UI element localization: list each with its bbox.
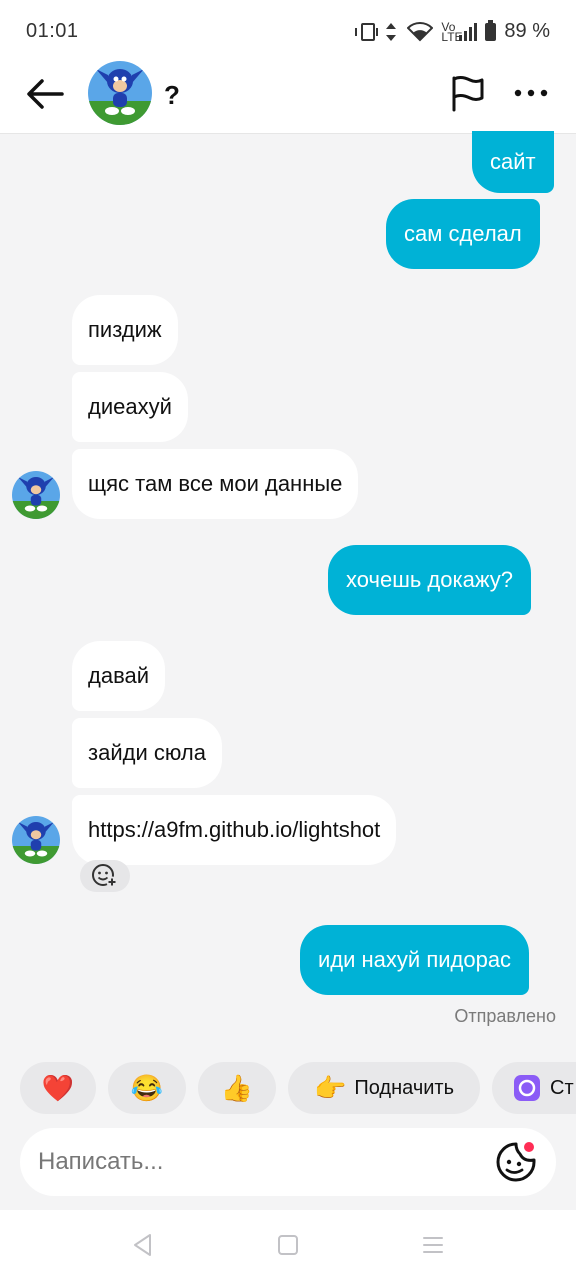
message-bubble-outgoing[interactable]: иди нахуй пидорас bbox=[300, 925, 530, 995]
flag-icon bbox=[452, 75, 484, 112]
volte-label: Vo LTE bbox=[441, 19, 463, 44]
more-dots-icon bbox=[514, 89, 548, 97]
chat-header: ? bbox=[0, 61, 576, 134]
message-bubble-incoming[interactable]: давай bbox=[72, 641, 166, 711]
nav-back-button[interactable] bbox=[130, 1232, 156, 1258]
add-reaction-icon bbox=[92, 864, 118, 888]
message-bubble-incoming[interactable]: щяс там все мои данные bbox=[72, 449, 359, 519]
quick-reply-thumbs-up[interactable]: 👍 bbox=[198, 1062, 276, 1114]
back-button[interactable] bbox=[22, 76, 68, 112]
quick-reply-label: Подначить bbox=[354, 1076, 454, 1099]
quick-reply-laugh[interactable]: 😂 bbox=[108, 1062, 186, 1114]
sonic-avatar-image bbox=[88, 61, 152, 125]
sonic-avatar-image bbox=[12, 816, 60, 864]
message-bubble-incoming-link[interactable]: https://a9fm.github.io/lightshot bbox=[72, 795, 397, 865]
sender-avatar[interactable] bbox=[12, 816, 60, 864]
square-home-icon bbox=[278, 1235, 298, 1255]
sonic-avatar-image bbox=[12, 471, 60, 519]
signal-icon bbox=[459, 22, 478, 41]
sticker-button[interactable] bbox=[494, 1140, 540, 1186]
vibrate-icon bbox=[355, 22, 379, 41]
wifi-icon bbox=[407, 21, 434, 41]
quick-reply-nudge[interactable]: 👉 Подначить bbox=[288, 1062, 480, 1114]
laughing-emoji-icon: 😂 bbox=[130, 1072, 164, 1103]
sent-status: Отправлено bbox=[454, 1006, 556, 1026]
sticker-app-icon bbox=[514, 1075, 540, 1101]
message-composer bbox=[20, 1128, 556, 1196]
message-bubble-incoming[interactable]: зайди сюла bbox=[72, 718, 222, 788]
quick-reply-sticker-app[interactable]: Ст bbox=[492, 1062, 576, 1114]
battery-level: 89 % bbox=[504, 20, 550, 42]
system-nav-bar bbox=[0, 1210, 576, 1280]
thumbs-up-emoji-icon: 👍 bbox=[220, 1072, 254, 1103]
sticker-face-icon bbox=[496, 1142, 536, 1182]
triangle-back-icon bbox=[134, 1234, 151, 1256]
nav-home-button[interactable] bbox=[275, 1232, 301, 1258]
quick-reply-heart[interactable]: ❤️ bbox=[20, 1062, 96, 1114]
quick-reactions-bar: ❤️ 😂 👍 👉 Подначить Ст bbox=[0, 1062, 576, 1114]
heart-emoji-icon: ❤️ bbox=[41, 1072, 75, 1103]
message-bubble-incoming[interactable]: пиздиж bbox=[72, 295, 178, 365]
status-time: 01:01 bbox=[26, 20, 79, 42]
report-button[interactable] bbox=[448, 74, 486, 112]
message-bubble-outgoing[interactable]: хочешь докажу? bbox=[328, 545, 532, 615]
quick-reply-label: Ст bbox=[550, 1076, 574, 1099]
battery-icon bbox=[485, 19, 497, 41]
contact-avatar[interactable] bbox=[88, 61, 152, 125]
status-bar: 01:01 Vo LTE 89 % bbox=[0, 0, 576, 64]
message-bubble-outgoing[interactable]: сам сделал bbox=[386, 199, 540, 269]
data-arrows-icon bbox=[386, 22, 397, 41]
message-input[interactable] bbox=[38, 1128, 478, 1196]
add-reaction-button[interactable] bbox=[80, 860, 130, 892]
sender-avatar[interactable] bbox=[12, 471, 60, 519]
pointing-hand-emoji-icon: 👉 bbox=[313, 1072, 347, 1103]
more-options-button[interactable] bbox=[512, 78, 550, 108]
arrow-left-icon bbox=[27, 79, 64, 109]
message-bubble-incoming[interactable]: диеахуй bbox=[72, 372, 188, 442]
status-icons: Vo LTE 89 % bbox=[355, 19, 550, 44]
menu-lines-icon bbox=[423, 1237, 443, 1253]
contact-name[interactable]: ? bbox=[164, 80, 180, 111]
nav-menu-button[interactable] bbox=[420, 1232, 446, 1258]
message-bubble-outgoing[interactable]: сайт bbox=[472, 131, 554, 193]
